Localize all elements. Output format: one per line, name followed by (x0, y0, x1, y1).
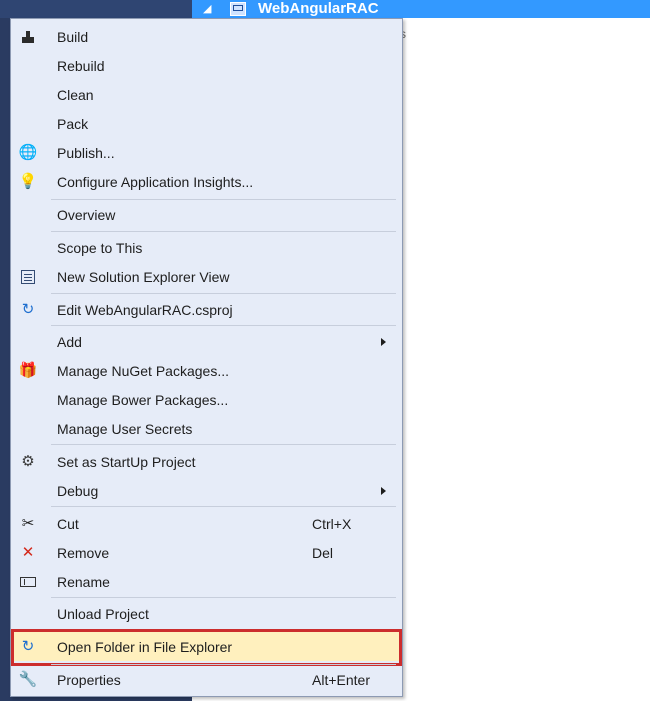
menu-item-new-solution-explorer-view[interactable]: New Solution Explorer View (11, 262, 402, 291)
menu-item-cut[interactable]: ✂ Cut Ctrl+X (11, 509, 402, 538)
globe-publish-icon: 🌐 (18, 144, 38, 161)
menu-item-overview[interactable]: Overview (11, 200, 402, 229)
menu-item-manage-user-secrets[interactable]: Manage User Secrets (11, 414, 402, 443)
menu-item-clean[interactable]: Clean (11, 80, 402, 109)
wrench-icon: 🔧 (18, 671, 38, 688)
gear-icon: ⚙ (21, 453, 35, 470)
menu-item-set-as-startup-project[interactable]: ⚙ Set as StartUp Project (11, 447, 402, 476)
menu-item-label: New Solution Explorer View (57, 269, 230, 285)
menu-item-label: Manage Bower Packages... (57, 392, 229, 408)
menu-item-properties[interactable]: 🔧 Properties Alt+Enter (11, 665, 402, 694)
menu-separator (51, 444, 396, 445)
submenu-arrow-icon (381, 487, 386, 495)
rename-icon (19, 573, 37, 591)
submenu-arrow-icon (381, 338, 386, 346)
menu-separator (51, 293, 396, 294)
application-insights-icon: 💡 (18, 173, 38, 190)
menu-item-shortcut: Del (312, 545, 334, 561)
menu-separator (51, 597, 396, 598)
web-project-icon (230, 2, 246, 16)
new-solution-explorer-view-icon (19, 268, 37, 286)
menu-item-debug[interactable]: Debug (11, 476, 402, 505)
menu-item-label: Pack (57, 116, 89, 132)
menu-item-rename[interactable]: Rename (11, 567, 402, 596)
menu-item-edit-project-file[interactable]: ↻ Edit WebAngularRAC.csproj (11, 295, 402, 324)
project-context-menu: Build Rebuild Clean Pack 🌐 Publish... 💡 … (10, 18, 403, 697)
menu-item-pack[interactable]: Pack (11, 109, 402, 138)
build-icon (19, 28, 37, 46)
menu-item-add[interactable]: Add (11, 327, 402, 356)
menu-item-build[interactable]: Build (11, 22, 402, 51)
menu-item-label: Configure Application Insights... (57, 174, 254, 190)
menu-item-configure-application-insights[interactable]: 💡 Configure Application Insights... (11, 167, 402, 196)
menu-item-label: Set as StartUp Project (57, 454, 196, 470)
menu-item-label: Rename (57, 574, 110, 590)
menu-item-label: Unload Project (57, 606, 149, 622)
menu-item-label: Properties (57, 672, 121, 688)
menu-item-label: Open Folder in File Explorer (57, 639, 233, 655)
menu-item-shortcut: Alt+Enter (312, 672, 370, 688)
menu-item-label: Edit WebAngularRAC.csproj (57, 302, 233, 318)
menu-item-label: Publish... (57, 145, 115, 161)
project-name[interactable]: WebAngularRAC (258, 1, 379, 17)
menu-item-remove[interactable]: ✕ Remove Del (11, 538, 402, 567)
menu-item-label: Rebuild (57, 58, 105, 74)
menu-item-scope-to-this[interactable]: Scope to This (11, 233, 402, 262)
menu-item-manage-nuget-packages[interactable]: 🎁 Manage NuGet Packages... (11, 356, 402, 385)
menu-item-rebuild[interactable]: Rebuild (11, 51, 402, 80)
menu-separator (51, 325, 396, 326)
menu-item-label: Remove (57, 545, 110, 561)
menu-item-label: Build (57, 29, 89, 45)
menu-item-label: Overview (57, 207, 116, 223)
menu-item-manage-bower-packages[interactable]: Manage Bower Packages... (11, 385, 402, 414)
edit-project-icon: ↻ (21, 301, 35, 318)
menu-item-open-folder-in-file-explorer[interactable]: ↻ Open Folder in File Explorer (11, 632, 402, 661)
menu-item-shortcut: Ctrl+X (312, 516, 352, 532)
menu-item-label: Cut (57, 516, 79, 532)
menu-item-label: Scope to This (57, 240, 143, 256)
menu-item-publish[interactable]: 🌐 Publish... (11, 138, 402, 167)
menu-item-label: Add (57, 334, 82, 350)
menu-item-label: Clean (57, 87, 94, 103)
tree-expand-icon[interactable]: ◢ (203, 3, 211, 15)
scissors-icon: ✂ (21, 515, 35, 532)
nuget-packages-icon: 🎁 (18, 362, 38, 379)
open-folder-icon: ↻ (21, 638, 35, 655)
menu-item-label: Manage NuGet Packages... (57, 363, 229, 379)
menu-separator (51, 231, 396, 232)
menu-item-label: Manage User Secrets (57, 421, 193, 437)
remove-x-icon: ✕ (21, 544, 35, 561)
menu-item-unload-project[interactable]: Unload Project (11, 599, 402, 628)
menu-item-label: Debug (57, 483, 99, 499)
menu-separator (51, 506, 396, 507)
